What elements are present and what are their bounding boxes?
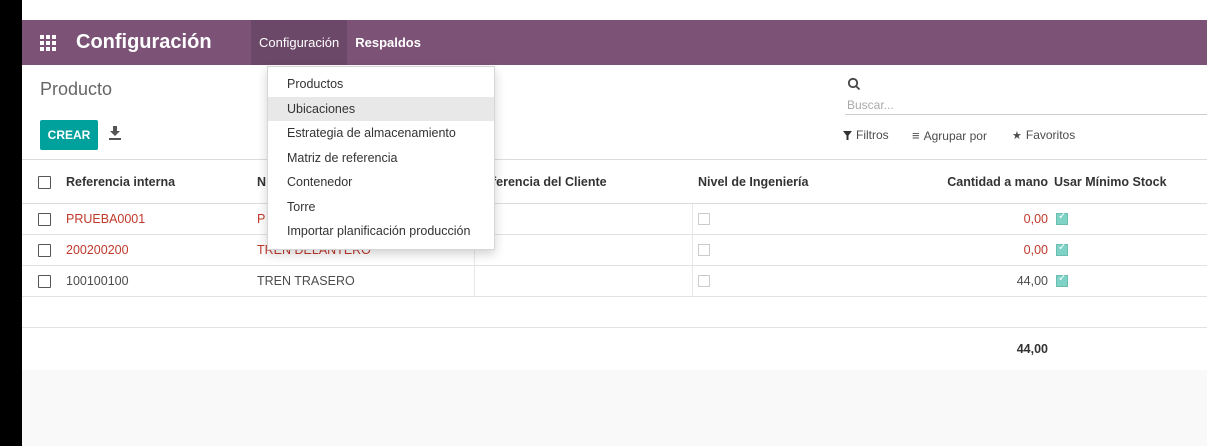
- cell-cantidad: 0,00: [1023, 212, 1048, 226]
- favorites-button[interactable]: ★ Favoritos: [1012, 128, 1075, 142]
- cell-minimo-stock: [1056, 235, 1068, 265]
- header-referencia-cliente[interactable]: ferencia del Cliente: [492, 160, 607, 203]
- readonly-checkbox: [698, 213, 710, 225]
- left-black-edge: [0, 0, 22, 20]
- cell-minimo-stock: [1056, 266, 1068, 296]
- apps-grid-icon[interactable]: [39, 34, 57, 52]
- cell-nombre: TREN TRASERO: [257, 274, 355, 288]
- star-icon: ★: [1012, 128, 1022, 142]
- total-cantidad: 44,00: [1016, 342, 1048, 356]
- cell-minimo-stock: [1056, 204, 1068, 234]
- top-navbar: Configuración Configuración Respaldos: [22, 20, 1207, 65]
- cell-nombre: P: [257, 212, 266, 226]
- checked-checkbox: [1056, 211, 1068, 225]
- row-checkbox[interactable]: [38, 275, 51, 288]
- cell-referencia: PRUEBA0001: [66, 212, 146, 226]
- row-checkbox[interactable]: [38, 244, 51, 257]
- filters-button[interactable]: Filtros: [843, 128, 889, 142]
- table-row[interactable]: 100100100 TREN TRASERO 44,00: [22, 266, 1207, 297]
- table-empty-row: [22, 297, 1207, 328]
- header-nombre[interactable]: N: [257, 160, 266, 203]
- app-title: Configuración: [76, 31, 212, 53]
- favorites-label: Favoritos: [1025, 128, 1076, 142]
- header-nivel-ingenieria[interactable]: Nivel de Ingeniería: [698, 160, 808, 203]
- cell-cantidad: 0,00: [1023, 243, 1048, 257]
- cell-cantidad: 44,00: [1016, 274, 1048, 288]
- checked-checkbox: [1056, 242, 1068, 256]
- checked-checkbox: [1056, 273, 1068, 287]
- control-panel: Producto CREAR Filtros ≡ Agrupar por ★ F…: [22, 65, 1207, 160]
- header-referencia-interna[interactable]: Referencia interna: [66, 160, 175, 203]
- menu-item-importar-planificacion[interactable]: Importar planificación producción: [268, 219, 494, 244]
- row-checkbox[interactable]: [38, 213, 51, 226]
- breadcrumb[interactable]: Producto: [40, 79, 112, 100]
- menu-item-contenedor[interactable]: Contenedor: [268, 170, 494, 195]
- header-cantidad-mano[interactable]: Cantidad a mano: [902, 160, 1048, 203]
- readonly-checkbox: [698, 244, 710, 256]
- system-top-strip: [0, 0, 1207, 20]
- search-icon: [847, 77, 861, 91]
- menu-item-matriz-referencia[interactable]: Matriz de referencia: [268, 146, 494, 171]
- groupby-label: Agrupar por: [923, 128, 987, 143]
- product-list-table: Referencia interna N ferencia del Client…: [22, 160, 1207, 370]
- filters-label: Filtros: [856, 128, 889, 142]
- table-row[interactable]: 200200200 TREN DELANTERO 0,00: [22, 235, 1207, 266]
- table-total-row: 44,00: [22, 328, 1207, 370]
- bars-icon: ≡: [912, 128, 920, 143]
- cell-referencia: 100100100: [66, 274, 129, 288]
- header-usar-minimo-stock[interactable]: Usar Mínimo Stock: [1054, 160, 1167, 203]
- search-input[interactable]: [845, 95, 1207, 115]
- menu-item-productos[interactable]: Productos: [268, 72, 494, 97]
- groupby-button[interactable]: ≡ Agrupar por: [912, 128, 987, 143]
- menu-respaldos[interactable]: Respaldos: [347, 20, 429, 65]
- menu-item-torre[interactable]: Torre: [268, 195, 494, 220]
- cell-nivel-ingenieria: [698, 266, 710, 296]
- configuracion-dropdown-menu: Productos Ubicaciones Estrategia de alma…: [267, 66, 495, 250]
- readonly-checkbox: [698, 275, 710, 287]
- filter-icon: [843, 130, 852, 140]
- app-window: Configuración Configuración Respaldos Pr…: [22, 20, 1207, 446]
- menu-item-ubicaciones[interactable]: Ubicaciones: [268, 96, 494, 121]
- table-header-row: Referencia interna N ferencia del Client…: [22, 160, 1207, 204]
- cell-nivel-ingenieria: [698, 235, 710, 265]
- menu-item-estrategia-almacenamiento[interactable]: Estrategia de almacenamiento: [268, 121, 494, 146]
- cell-referencia: 200200200: [66, 243, 129, 257]
- table-row[interactable]: PRUEBA0001 P 0,00: [22, 204, 1207, 235]
- create-button[interactable]: CREAR: [40, 120, 98, 150]
- download-icon[interactable]: [108, 125, 122, 141]
- menu-configuracion[interactable]: Configuración: [251, 20, 348, 65]
- cell-nivel-ingenieria: [698, 204, 710, 234]
- select-all-checkbox[interactable]: [38, 175, 51, 189]
